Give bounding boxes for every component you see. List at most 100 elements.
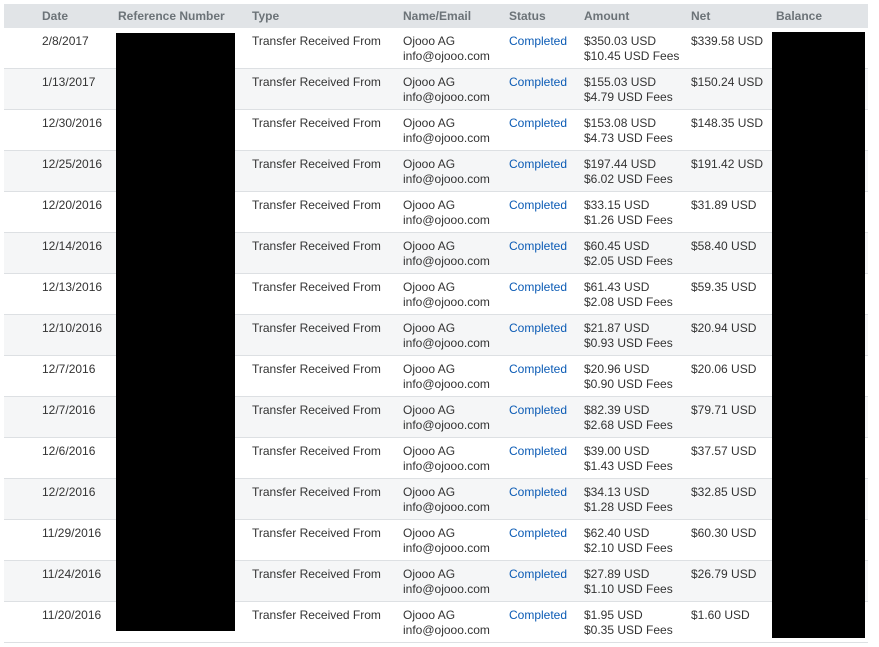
status-link[interactable]: Completed [509, 403, 584, 418]
row-email: info@ojooo.com [403, 336, 490, 350]
cell-status: Completed [509, 356, 584, 396]
row-fees: $10.45 USD Fees [584, 49, 680, 63]
cell-date: 12/6/2016 [4, 438, 118, 478]
row-net: $60.30 USD [691, 526, 757, 540]
row-name: Ojooo AG [403, 608, 456, 622]
row-fees: $6.02 USD Fees [584, 172, 673, 186]
cell-date: 11/20/2016 [4, 602, 118, 642]
row-net: $79.71 USD [691, 403, 757, 417]
header-balance[interactable]: Balance [776, 9, 868, 23]
row-date: 12/7/2016 [42, 403, 96, 417]
row-name: Ojooo AG [403, 444, 456, 458]
row-amount: $62.40 USD [584, 526, 650, 540]
status-link[interactable]: Completed [509, 34, 584, 49]
header-date[interactable]: Date [4, 9, 118, 23]
cell-name-email: Ojooo AG info@ojooo.com [403, 110, 509, 150]
header-net[interactable]: Net [691, 9, 776, 23]
row-fees: $4.73 USD Fees [584, 131, 673, 145]
row-net: $20.94 USD [691, 321, 757, 335]
row-amount: $60.45 USD [584, 239, 650, 253]
cell-name-email: Ojooo AG info@ojooo.com [403, 28, 509, 68]
cell-net: $32.85 USD [691, 479, 776, 519]
row-name: Ojooo AG [403, 321, 456, 335]
row-type: Transfer Received From [252, 567, 381, 581]
cell-name-email: Ojooo AG info@ojooo.com [403, 233, 509, 273]
cell-amount: $197.44 USD $6.02 USD Fees [584, 151, 691, 191]
header-reference-number[interactable]: Reference Number [118, 9, 252, 23]
header-status[interactable]: Status [509, 9, 584, 23]
row-amount: $153.08 USD [584, 116, 657, 130]
cell-status: Completed [509, 69, 584, 109]
cell-date: 2/8/2017 [4, 28, 118, 68]
cell-type: Transfer Received From [252, 28, 403, 68]
cell-amount: $33.15 USD $1.26 USD Fees [584, 192, 691, 232]
cell-date: 11/24/2016 [4, 561, 118, 601]
row-name: Ojooo AG [403, 116, 456, 130]
row-amount: $61.43 USD [584, 280, 650, 294]
status-link[interactable]: Completed [509, 280, 584, 295]
cell-net: $20.06 USD [691, 356, 776, 396]
row-email: info@ojooo.com [403, 377, 490, 391]
row-type: Transfer Received From [252, 34, 381, 48]
cell-amount: $27.89 USD $1.10 USD Fees [584, 561, 691, 601]
cell-type: Transfer Received From [252, 315, 403, 355]
cell-type: Transfer Received From [252, 356, 403, 396]
status-link[interactable]: Completed [509, 198, 584, 213]
cell-net: $339.58 USD [691, 28, 776, 68]
cell-net: $20.94 USD [691, 315, 776, 355]
row-type: Transfer Received From [252, 403, 381, 417]
row-type: Transfer Received From [252, 526, 381, 540]
status-link[interactable]: Completed [509, 608, 584, 623]
row-amount: $20.96 USD [584, 362, 650, 376]
row-date: 12/7/2016 [42, 362, 96, 376]
cell-type: Transfer Received From [252, 397, 403, 437]
cell-date: 12/13/2016 [4, 274, 118, 314]
row-date: 12/25/2016 [42, 157, 103, 171]
cell-date: 12/2/2016 [4, 479, 118, 519]
row-type: Transfer Received From [252, 116, 381, 130]
row-amount: $21.87 USD [584, 321, 650, 335]
row-fees: $0.93 USD Fees [584, 336, 673, 350]
status-link[interactable]: Completed [509, 75, 584, 90]
row-type: Transfer Received From [252, 198, 381, 212]
status-link[interactable]: Completed [509, 567, 584, 582]
row-email: info@ojooo.com [403, 295, 490, 309]
row-date: 11/24/2016 [42, 567, 102, 581]
header-type[interactable]: Type [252, 9, 403, 23]
cell-status: Completed [509, 602, 584, 642]
cell-amount: $61.43 USD $2.08 USD Fees [584, 274, 691, 314]
row-net: $32.85 USD [691, 485, 757, 499]
header-name-email[interactable]: Name/Email [403, 9, 509, 23]
row-type: Transfer Received From [252, 485, 381, 499]
row-date: 11/20/2016 [42, 608, 102, 622]
cell-type: Transfer Received From [252, 479, 403, 519]
row-email: info@ojooo.com [403, 623, 490, 637]
cell-amount: $21.87 USD $0.93 USD Fees [584, 315, 691, 355]
row-type: Transfer Received From [252, 321, 381, 335]
status-link[interactable]: Completed [509, 321, 584, 336]
row-fees: $2.05 USD Fees [584, 254, 673, 268]
status-link[interactable]: Completed [509, 239, 584, 254]
cell-name-email: Ojooo AG info@ojooo.com [403, 356, 509, 396]
cell-name-email: Ojooo AG info@ojooo.com [403, 315, 509, 355]
row-date: 1/13/2017 [42, 75, 96, 89]
row-type: Transfer Received From [252, 362, 381, 376]
row-type: Transfer Received From [252, 157, 381, 171]
status-link[interactable]: Completed [509, 157, 584, 172]
cell-amount: $39.00 USD $1.43 USD Fees [584, 438, 691, 478]
cell-amount: $60.45 USD $2.05 USD Fees [584, 233, 691, 273]
cell-status: Completed [509, 28, 584, 68]
status-link[interactable]: Completed [509, 526, 584, 541]
status-link[interactable]: Completed [509, 444, 584, 459]
status-link[interactable]: Completed [509, 116, 584, 131]
status-link[interactable]: Completed [509, 362, 584, 377]
status-link[interactable]: Completed [509, 485, 584, 500]
row-amount: $27.89 USD [584, 567, 650, 581]
row-email: info@ojooo.com [403, 90, 490, 104]
cell-net: $150.24 USD [691, 69, 776, 109]
cell-type: Transfer Received From [252, 69, 403, 109]
header-amount[interactable]: Amount [584, 9, 691, 23]
cell-name-email: Ojooo AG info@ojooo.com [403, 479, 509, 519]
row-net: $20.06 USD [691, 362, 757, 376]
cell-amount: $1.95 USD $0.35 USD Fees [584, 602, 691, 642]
